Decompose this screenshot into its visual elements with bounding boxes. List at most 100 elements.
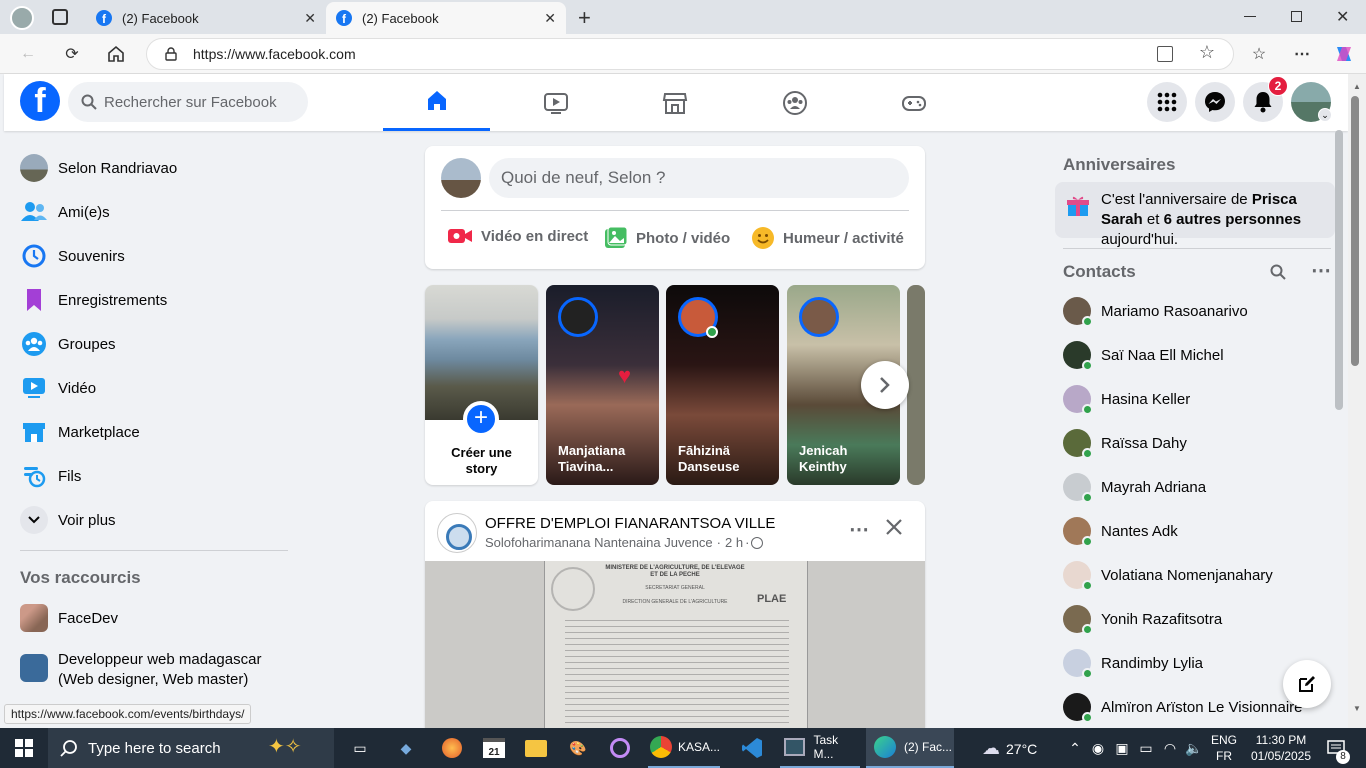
story-card-partial[interactable] [907, 285, 925, 485]
close-window-icon[interactable]: ✕ [1336, 7, 1349, 27]
minimize-icon[interactable] [1244, 16, 1256, 17]
sidebar-item-see-more[interactable]: Voir plus [20, 502, 116, 538]
contact-item[interactable]: Mayrah Adriana [1063, 469, 1206, 505]
contact-item[interactable]: Nantes Adk [1063, 513, 1178, 549]
weather-widget[interactable]: ☁ 27°C [982, 738, 1037, 759]
apps-available-icon[interactable] [1157, 46, 1173, 62]
sidebar-item-feeds[interactable]: Fils [20, 458, 81, 494]
contact-item[interactable]: Almïron Arïston Le Visionnaire [1063, 689, 1303, 725]
firefox-icon[interactable] [440, 736, 464, 760]
show-hidden-icons-chevron-icon[interactable]: ⌃ [1063, 736, 1087, 760]
close-tab-icon[interactable]: ✕ [544, 10, 556, 27]
taskbar-taskmanager-app[interactable]: Task M... [780, 728, 860, 768]
facebook-logo-icon[interactable]: f [20, 81, 60, 121]
sidebar-item-marketplace[interactable]: Marketplace [20, 414, 140, 450]
tab-groups[interactable] [741, 74, 848, 131]
create-story-plus-icon[interactable]: + [463, 401, 499, 437]
tab-actions-icon[interactable] [52, 9, 68, 25]
birthday-others[interactable]: 6 autres personnes [1164, 211, 1302, 228]
messenger-button[interactable] [1195, 82, 1235, 122]
create-story-card[interactable]: + Créer une story [425, 285, 538, 485]
post-title[interactable]: OFFRE D'EMPLOI FIANARANTSOA VILLE [485, 515, 775, 532]
media-icon[interactable] [608, 736, 632, 760]
contact-item[interactable]: Raïssa Dahy [1063, 425, 1187, 461]
tab-home[interactable] [383, 74, 490, 131]
contacts-search-icon[interactable] [1270, 264, 1286, 285]
feeling-activity-button[interactable]: Humeur / activité [751, 226, 904, 250]
taskbar-search-box[interactable]: Type here to search ✦✧ [48, 728, 334, 768]
contacts-more-icon[interactable]: ⋯ [1311, 258, 1331, 283]
new-message-button[interactable] [1283, 660, 1331, 708]
post-more-options-icon[interactable]: ⋯ [849, 517, 869, 542]
right-column-scrollbar[interactable] [1335, 130, 1343, 410]
sidebar-item-profile[interactable]: Selon Randriavao [20, 150, 177, 186]
lock-icon[interactable] [165, 47, 177, 61]
contact-item[interactable]: Hasina Keller [1063, 381, 1190, 417]
sidebar-item-saved[interactable]: Enregistrements [20, 282, 167, 318]
taskbar-chrome-app[interactable]: KASA... [648, 728, 720, 768]
vscode-icon[interactable] [740, 736, 764, 760]
scrollbar-thumb[interactable] [1351, 96, 1359, 366]
tab-facebook-1[interactable]: f (2) Facebook ✕ [86, 2, 326, 34]
favorite-star-icon[interactable]: ☆ [1199, 42, 1215, 63]
composer-input[interactable]: Quoi de neuf, Selon ? [489, 158, 909, 198]
home-icon[interactable] [104, 42, 128, 66]
post-hide-icon[interactable] [885, 518, 903, 541]
sidebar-item-groups[interactable]: Groupes [20, 326, 116, 362]
url-input[interactable]: https://www.facebook.com ☆ [146, 38, 1234, 70]
paint-icon[interactable]: 🎨 [566, 736, 590, 760]
composer-avatar[interactable] [441, 158, 481, 198]
copilot-icon[interactable] [1332, 42, 1356, 66]
back-arrow-icon[interactable]: ← [16, 42, 40, 66]
tab-video[interactable] [502, 74, 609, 131]
story-card[interactable]: Fāhizinä Danseuse [666, 285, 779, 485]
shortcut-item-devweb[interactable]: Developpeur web madagascar (Web designer… [20, 650, 278, 690]
account-chevron-icon[interactable]: ⌄ [1318, 108, 1332, 122]
scroll-up-arrow-icon[interactable]: ▲ [1353, 82, 1361, 91]
post-image[interactable]: PLAE MINISTERE DE L'AGRICULTURE, DE L'EL… [425, 561, 925, 728]
post-time[interactable]: 2 h [725, 535, 743, 550]
shortcut-item-facedev[interactable]: FaceDev [20, 600, 118, 636]
favorites-icon[interactable]: ☆ [1247, 42, 1271, 66]
birthday-card[interactable]: C'est l'anniversaire de Prisca Sarah et … [1055, 182, 1335, 248]
restore-icon[interactable] [1291, 11, 1302, 22]
post-author-avatar[interactable] [437, 513, 477, 553]
menu-button[interactable] [1147, 82, 1187, 122]
stories-next-button[interactable] [861, 361, 909, 409]
contact-item[interactable]: Mariamo Rasoanarivo [1063, 293, 1248, 329]
calendar-icon[interactable]: 21 [482, 736, 506, 760]
sidebar-item-memories[interactable]: Souvenirs [20, 238, 125, 274]
windows-start-icon[interactable] [12, 736, 36, 760]
page-scrollbar[interactable]: ▲ ▼ [1348, 74, 1366, 728]
sidebar-item-friends[interactable]: Ami(e)s [20, 194, 110, 230]
live-video-button[interactable]: Vidéo en direct [447, 226, 588, 246]
contact-item[interactable]: Yonih Razafitsotra [1063, 601, 1222, 637]
tray-icon[interactable]: ◉ [1086, 736, 1110, 760]
language-indicator[interactable]: ENG FR [1210, 732, 1238, 764]
contact-item[interactable]: Saï Naa Ell Michel [1063, 337, 1224, 373]
story-card[interactable]: ♥ Manjatiana Tiavina... [546, 285, 659, 485]
taskbar-edge-app[interactable]: (2) Fac... [866, 728, 954, 768]
profile-avatar-icon[interactable] [10, 6, 34, 30]
volume-icon[interactable]: 🔈 [1182, 736, 1206, 760]
file-explorer-icon[interactable] [524, 736, 548, 760]
new-tab-icon[interactable]: + [578, 5, 591, 31]
meet-icon[interactable]: ▣ [1110, 736, 1134, 760]
post-author[interactable]: Solofoharimanana Nantenaina Juvence [485, 535, 713, 550]
more-menu-icon[interactable]: ⋯ [1290, 42, 1314, 66]
clock[interactable]: 11:30 PM 01/05/2025 [1244, 732, 1318, 764]
close-tab-icon[interactable]: ✕ [304, 10, 316, 27]
battery-icon[interactable]: ▭ [1134, 736, 1158, 760]
facebook-search-input[interactable]: Rechercher sur Facebook [68, 82, 308, 122]
contact-item[interactable]: Volatiana Nomenjanahary [1063, 557, 1273, 593]
photo-video-button[interactable]: Photo / vidéo [604, 226, 730, 250]
sidebar-item-video[interactable]: Vidéo [20, 370, 96, 406]
contact-item[interactable]: Randimby Lylia [1063, 645, 1203, 681]
tab-gaming[interactable] [860, 74, 967, 131]
scroll-down-arrow-icon[interactable]: ▼ [1353, 704, 1361, 713]
wifi-icon[interactable]: ◠ [1158, 736, 1182, 760]
tab-facebook-2[interactable]: f (2) Facebook ✕ [326, 2, 566, 34]
task-view-icon[interactable]: ▭ [348, 736, 372, 760]
copilot-taskbar-icon[interactable]: ◆ [394, 736, 418, 760]
refresh-icon[interactable]: ⟳ [60, 42, 84, 66]
